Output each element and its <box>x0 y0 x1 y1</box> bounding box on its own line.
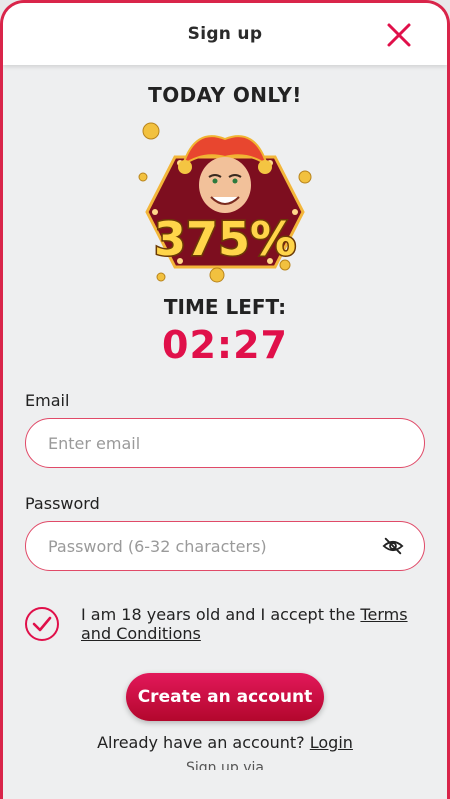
create-account-button[interactable]: Create an account <box>126 673 324 721</box>
modal-header: Sign up <box>3 3 447 65</box>
signup-via-text: Sign up via <box>186 760 264 770</box>
eye-slash-icon[interactable] <box>382 535 404 557</box>
email-field-wrapper <box>25 418 425 468</box>
login-row: Already have an account? Login <box>3 733 447 752</box>
password-field[interactable] <box>46 535 382 557</box>
checkmark-icon <box>32 616 52 632</box>
signup-modal: Sign up TODAY ONLY! 375% TIME LEFT: 02:2… <box>0 0 450 799</box>
terms-row: I am 18 years old and I accept the Terms… <box>25 605 425 643</box>
email-field[interactable] <box>46 432 404 454</box>
modal-title: Sign up <box>187 24 263 44</box>
login-link[interactable]: Login <box>310 733 353 752</box>
password-field-wrapper <box>25 521 425 571</box>
email-label: Email <box>25 391 70 410</box>
countdown-timer: 02:27 <box>162 323 288 367</box>
time-left-label: TIME LEFT: <box>163 295 287 319</box>
close-icon[interactable] <box>385 21 413 49</box>
login-prompt: Already have an account? <box>97 733 310 752</box>
bonus-percentage: 375% <box>154 212 296 266</box>
joker-bonus-illustration: 375% <box>138 122 312 283</box>
terms-prefix: I am 18 years old and I accept the <box>81 605 361 624</box>
terms-checkbox[interactable] <box>25 607 59 641</box>
terms-text: I am 18 years old and I accept the Terms… <box>81 605 425 643</box>
promo-title: TODAY ONLY! <box>148 83 302 107</box>
password-label: Password <box>25 494 100 513</box>
